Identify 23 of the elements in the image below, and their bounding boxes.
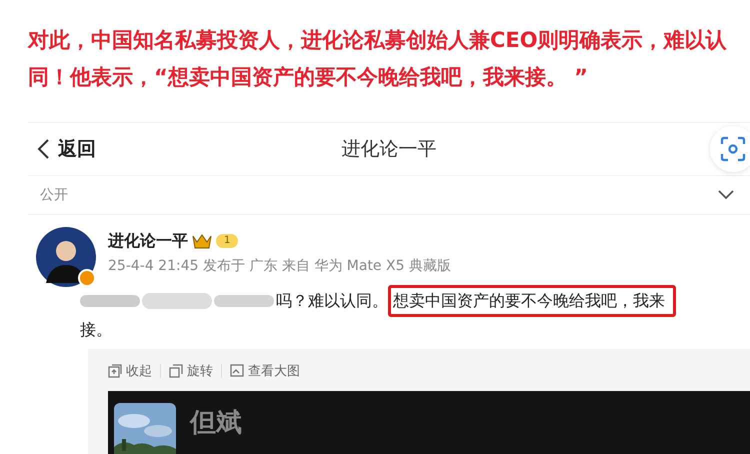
collapse-button[interactable]: 收起 [108,362,160,380]
image-icon [230,364,244,378]
scan-button[interactable] [710,126,750,172]
enlarge-button[interactable]: 查看大图 [230,362,308,380]
collapse-icon [108,364,122,378]
headline: 对此，中国知名私募投资人，进化论私募创始人兼CEO则明确表示，难以认同！他表示，“想卖中国资产的要不今晚给我吧，我来接。 ” [26,27,728,91]
rotate-button[interactable]: 旋转 [169,362,221,380]
author-name[interactable]: 进化论一平 [108,230,188,252]
back-button[interactable]: 返回 [28,136,96,162]
level-badge: 1 [216,234,238,248]
scan-icon [720,136,746,162]
image-caption: 但斌 [190,407,242,440]
chevron-left-icon [36,138,50,160]
visibility-selector[interactable]: 公开 [28,175,750,215]
page-title: 进化论一平 [342,137,436,162]
post-text: 接。 [80,319,113,341]
crown-icon [192,233,212,249]
post-meta: 25-4-4 21:45 发布于 广东 来自 华为 Mate X5 典藏版 [108,257,452,276]
post-text: 吗？难以认同。 [276,290,388,312]
chevron-down-icon [718,190,734,200]
rotate-icon [169,364,183,378]
highlighted-text: 想卖中国资产的要不今晚给我吧，我来 [388,285,676,317]
avatar-icon [36,227,98,289]
